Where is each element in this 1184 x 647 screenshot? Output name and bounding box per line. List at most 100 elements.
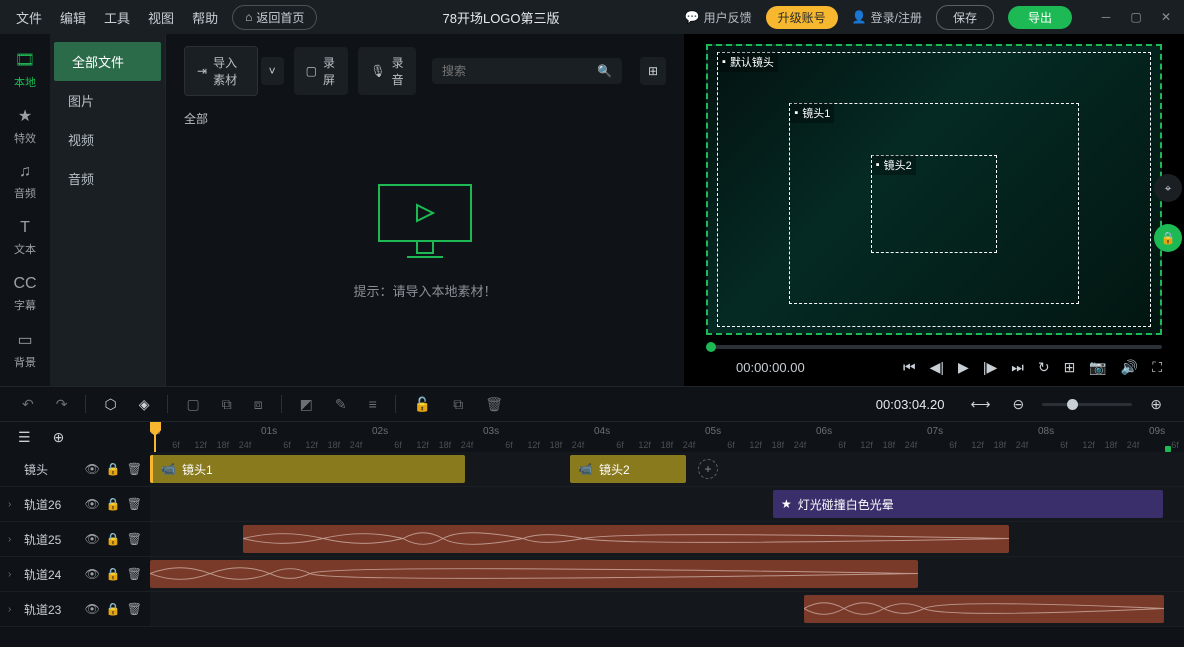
zoom-in-button[interactable]: ⊕ xyxy=(1146,392,1166,417)
clip-shot2[interactable]: 📹镜头2 xyxy=(570,455,686,483)
menu-file[interactable]: 文件 xyxy=(16,8,42,27)
import-button[interactable]: ⇥导入素材 xyxy=(184,46,258,96)
next-frame-button[interactable]: |▶ xyxy=(983,359,997,376)
prev-frame-button[interactable]: ◀| xyxy=(930,359,944,376)
delete-track-button[interactable]: 🗑 xyxy=(127,567,142,581)
clip-shot1[interactable]: 📹镜头1 xyxy=(150,455,465,483)
lock-button[interactable]: 🔒 xyxy=(106,602,121,616)
lock-clip-button[interactable]: 🔓 xyxy=(410,392,435,417)
sidebar-item-background[interactable]: ▭背景 xyxy=(0,322,50,378)
magnet-button[interactable]: ⬡ xyxy=(100,392,120,417)
visibility-button[interactable]: 👁 xyxy=(85,462,100,476)
clip-audio-23[interactable] xyxy=(804,595,1164,623)
track-content[interactable] xyxy=(150,557,1184,591)
lock-button[interactable]: 🔒 xyxy=(106,497,121,511)
lock-button[interactable]: 🔒 xyxy=(106,532,121,546)
next-clip-button[interactable]: ⏭ xyxy=(1011,359,1024,376)
add-shot-button[interactable]: + xyxy=(698,459,718,479)
chevron-right-icon[interactable]: › xyxy=(8,569,18,580)
preview-screen[interactable]: ▪默认镜头 ▪镜头1 ▪镜头2 xyxy=(706,44,1162,335)
menu-edit[interactable]: 编辑 xyxy=(60,8,86,27)
preview-progress[interactable] xyxy=(706,345,1162,349)
chevron-right-icon[interactable]: › xyxy=(8,534,18,545)
menu-view[interactable]: 视图 xyxy=(148,8,174,27)
sidebar-item-audio[interactable]: ♫音频 xyxy=(0,154,50,210)
delete-track-button[interactable]: 🗑 xyxy=(127,602,142,616)
layers-button[interactable]: ≡ xyxy=(365,392,381,416)
view-grid-button[interactable]: ⊞ xyxy=(640,57,666,85)
undo-button[interactable]: ↶ xyxy=(18,392,38,417)
visibility-button[interactable]: 👁 xyxy=(85,602,100,616)
crop-button[interactable]: ⧉ xyxy=(218,392,236,417)
lock-button[interactable]: 🔒 xyxy=(106,567,121,581)
zoom-slider[interactable] xyxy=(1042,403,1132,406)
login-button[interactable]: 👤 登录/注册 xyxy=(852,9,922,26)
delete-track-button[interactable]: 🗑 xyxy=(127,497,142,511)
track-content[interactable]: 📹镜头1 📹镜头2 + xyxy=(150,452,1184,486)
time-ruler[interactable]: 0s6f12f18f24f01s6f12f18f24f02s6f12f18f24… xyxy=(150,422,1184,452)
play-button[interactable]: ▶ xyxy=(958,359,969,376)
volume-button[interactable]: 🔊 xyxy=(1121,359,1138,376)
menu-tool[interactable]: 工具 xyxy=(104,8,130,27)
fullscreen-button[interactable]: ⛶ xyxy=(1152,359,1162,376)
zoom-out-button[interactable]: ⊖ xyxy=(1009,392,1029,417)
lock-tool[interactable]: 🔒 xyxy=(1154,224,1182,252)
visibility-button[interactable]: 👁 xyxy=(85,567,100,581)
maximize-button[interactable]: ▢ xyxy=(1126,7,1146,27)
copy-button[interactable]: ⧉ xyxy=(449,392,467,417)
sidebar-item-text[interactable]: T文本 xyxy=(0,210,50,266)
crop-tool[interactable]: ⌖ xyxy=(1154,174,1182,202)
folder-videos[interactable]: 视频 xyxy=(50,120,165,159)
clip-audio-25[interactable] xyxy=(243,525,1009,553)
clip-audio-24[interactable] xyxy=(150,560,918,588)
search-box[interactable]: 🔍 xyxy=(432,58,622,84)
visibility-button[interactable]: 👁 xyxy=(85,532,100,546)
track-content[interactable] xyxy=(150,592,1184,626)
visibility-button[interactable]: 👁 xyxy=(85,497,100,511)
clip-fx-light[interactable]: ★灯光碰撞白色光晕 xyxy=(773,490,1163,518)
record-screen-button[interactable]: ▢录屏 xyxy=(294,47,349,95)
delete-track-button[interactable]: 🗑 xyxy=(127,462,142,476)
folder-images[interactable]: 图片 xyxy=(50,81,165,120)
track-content[interactable] xyxy=(150,522,1184,556)
safe-zone-button[interactable]: ⊞ xyxy=(1064,359,1076,376)
save-button[interactable]: 保存 xyxy=(936,5,994,30)
zoom-thumb[interactable] xyxy=(1067,399,1078,410)
aspect-button[interactable]: ▢ xyxy=(182,392,203,417)
loop-button[interactable]: ↻ xyxy=(1038,359,1050,376)
delete-track-button[interactable]: 🗑 xyxy=(127,532,142,546)
minimize-button[interactable]: ─ xyxy=(1096,7,1116,27)
track-content[interactable]: ★灯光碰撞白色光晕 xyxy=(150,487,1184,521)
target-button[interactable]: ◈ xyxy=(135,392,154,417)
search-icon[interactable]: 🔍 xyxy=(597,64,612,78)
export-button[interactable]: 导出 xyxy=(1008,6,1072,29)
import-dropdown[interactable]: ˅ xyxy=(260,57,284,85)
sidebar-item-local[interactable]: 🎞本地 xyxy=(0,42,50,98)
return-home-button[interactable]: ⌂ 返回首页 xyxy=(232,5,317,30)
sidebar-item-subtitle[interactable]: CC字幕 xyxy=(0,266,50,322)
add-track-button[interactable]: ⊕ xyxy=(49,425,69,450)
feedback-button[interactable]: 💬 用户反馈 xyxy=(685,9,752,26)
split-button[interactable]: ⧈ xyxy=(250,392,267,417)
sidebar-item-effects[interactable]: ★特效 xyxy=(0,98,50,154)
search-input[interactable] xyxy=(442,64,597,78)
fit-button[interactable]: ⟷ xyxy=(966,392,994,417)
edit-button[interactable]: ✎ xyxy=(331,392,351,417)
track-filter-button[interactable]: ☰ xyxy=(14,425,35,450)
redo-button[interactable]: ↷ xyxy=(52,392,72,417)
upgrade-button[interactable]: 升级账号 xyxy=(766,6,838,29)
chevron-right-icon[interactable]: › xyxy=(8,499,18,510)
prev-clip-button[interactable]: ⏮ xyxy=(903,359,916,376)
delete-button[interactable]: 🗑 xyxy=(481,392,507,417)
playhead[interactable] xyxy=(154,422,156,452)
lock-button[interactable]: 🔒 xyxy=(106,462,121,476)
folder-all[interactable]: 全部文件 xyxy=(54,42,161,81)
media-filter-all[interactable]: 全部 xyxy=(184,96,666,141)
adjust-button[interactable]: ◩ xyxy=(296,392,317,417)
menu-help[interactable]: 帮助 xyxy=(192,8,218,27)
progress-thumb[interactable] xyxy=(706,342,716,352)
close-button[interactable]: ✕ xyxy=(1156,7,1176,27)
record-audio-button[interactable]: 🎙录音 xyxy=(358,47,416,95)
snapshot-button[interactable]: 📷 xyxy=(1089,359,1106,376)
chevron-right-icon[interactable]: › xyxy=(8,604,18,615)
